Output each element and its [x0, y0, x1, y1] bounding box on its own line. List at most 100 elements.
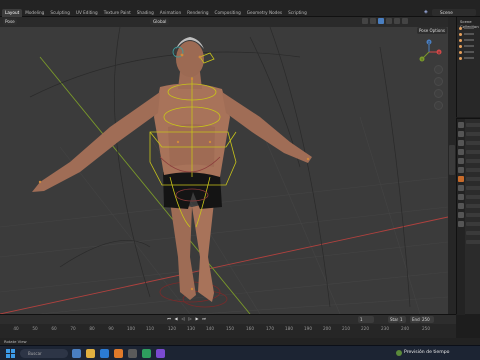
tab-shading[interactable]: Shading	[134, 9, 157, 17]
tab-uv-editing[interactable]: UV Editing	[73, 9, 101, 17]
sidebar-tab[interactable]	[449, 145, 455, 175]
taskbar-apps	[72, 349, 165, 358]
tab-geometry-nodes[interactable]: Geometry Nodes	[244, 9, 285, 17]
object-icon	[459, 50, 462, 54]
end-frame-field[interactable]: 250	[420, 316, 434, 323]
current-frame-field[interactable]: 1	[358, 316, 374, 323]
scene-icon: ◈	[424, 9, 428, 15]
output-tab-icon[interactable]	[458, 140, 464, 146]
pan-hand-icon[interactable]	[434, 77, 443, 86]
frame-tick: 190	[304, 326, 312, 331]
viewport-scene	[0, 26, 448, 314]
outliner-row[interactable]	[457, 55, 480, 61]
object-icon	[459, 38, 462, 42]
scene-tab-icon[interactable]	[458, 158, 464, 164]
render-tab-icon[interactable]	[458, 131, 464, 137]
modifier-tab-icon[interactable]	[458, 185, 464, 191]
tab-sculpting[interactable]: Sculpting	[47, 9, 73, 17]
physics-tab-icon[interactable]	[458, 194, 464, 200]
outliner-panel: Scene Collection	[456, 17, 480, 117]
navigation-gizmo[interactable]: X Z Y	[416, 39, 442, 65]
properties-content	[466, 123, 480, 249]
workspace-tabs: Layout Modeling Sculpting UV Editing Tex…	[2, 9, 310, 17]
constraint-tab-icon[interactable]	[458, 203, 464, 209]
frame-tick: 40	[13, 326, 19, 331]
frame-tick: 50	[32, 326, 38, 331]
frame-tick: 160	[246, 326, 254, 331]
world-tab-icon[interactable]	[458, 167, 464, 173]
next-key-icon[interactable]: ▶	[194, 316, 200, 322]
viewport-shading-icons	[362, 18, 408, 24]
solid-shading-icon[interactable]	[378, 18, 384, 24]
x-axis-label: X	[438, 50, 440, 54]
frame-tick: 120	[168, 326, 176, 331]
tab-rendering[interactable]: Rendering	[184, 9, 211, 17]
edge-icon[interactable]	[100, 349, 109, 358]
frame-ruler[interactable]: 40 50 60 70 80 90 100 110 120 130 140 15…	[0, 325, 456, 335]
z-axis-label: Z	[428, 40, 430, 44]
tool-tab-icon[interactable]	[458, 122, 464, 128]
scene-selector[interactable]: Scene	[432, 9, 476, 16]
overlay-icon[interactable]	[362, 18, 368, 24]
view-layer-tab-icon[interactable]	[458, 149, 464, 155]
frame-tick: 180	[285, 326, 293, 331]
frame-tick: 250	[422, 326, 430, 331]
blender-icon[interactable]	[114, 349, 123, 358]
status-bar: Rotate View	[0, 338, 480, 345]
zoom-icon[interactable]	[434, 65, 443, 74]
frame-tick: 60	[51, 326, 57, 331]
app-icon[interactable]	[128, 349, 137, 358]
frame-tick: 70	[70, 326, 76, 331]
properties-panel	[456, 118, 480, 315]
object-icon	[459, 44, 462, 48]
object-icon	[459, 56, 462, 60]
frame-tick: 80	[89, 326, 95, 331]
outliner-header: Scene Collection	[457, 17, 480, 29]
transform-orientation-select[interactable]: Global	[150, 18, 170, 25]
character-model[interactable]	[32, 37, 312, 302]
tab-compositing[interactable]: Compositing	[212, 9, 244, 17]
rendered-shading-icon[interactable]	[394, 18, 400, 24]
app-icon[interactable]	[142, 349, 151, 358]
timeline-editor: ⏮ ◀ ◁ ▷ ▶ ⏭ 1 Start 1 End 250 40 50 60 7…	[0, 314, 456, 338]
object-icon	[459, 26, 462, 30]
object-tab-icon[interactable]	[458, 176, 464, 182]
jump-start-icon[interactable]: ⏮	[166, 316, 172, 322]
wireframe-shading-icon[interactable]	[402, 18, 408, 24]
start-button[interactable]	[6, 349, 15, 358]
weather-icon[interactable]	[396, 350, 402, 356]
prev-key-icon[interactable]: ◀	[173, 316, 179, 322]
tab-texture-paint[interactable]: Texture Paint	[101, 9, 134, 17]
material-shading-icon[interactable]	[386, 18, 392, 24]
file-explorer-icon[interactable]	[86, 349, 95, 358]
tab-layout[interactable]: Layout	[2, 9, 23, 17]
play-reverse-icon[interactable]: ◁	[180, 316, 186, 322]
app-icon[interactable]	[156, 349, 165, 358]
grid-icon[interactable]	[434, 101, 443, 110]
task-view-icon[interactable]	[72, 349, 81, 358]
jump-end-icon[interactable]: ⏭	[201, 316, 207, 322]
top-menu-bar: Layout Modeling Sculpting UV Editing Tex…	[0, 0, 480, 17]
frame-tick: 170	[266, 326, 274, 331]
start-frame-field[interactable]: 1	[398, 316, 406, 323]
tab-modeling[interactable]: Modeling	[22, 9, 47, 17]
interaction-mode-select[interactable]: Pose	[3, 18, 17, 25]
frame-tick: 100	[127, 326, 135, 331]
tab-scripting[interactable]: Scripting	[285, 9, 310, 17]
sidebar-toggle-strip	[448, 17, 456, 314]
frame-tick: 210	[342, 326, 350, 331]
pose-options-button[interactable]: Pose Options	[417, 27, 447, 34]
os-taskbar: Buscar Previsión de tiempo	[0, 345, 480, 360]
tab-animation[interactable]: Animation	[157, 9, 184, 17]
viewport-nav-buttons	[434, 65, 443, 110]
bone-tab-icon[interactable]	[458, 221, 464, 227]
xray-icon[interactable]	[370, 18, 376, 24]
data-tab-icon[interactable]	[458, 212, 464, 218]
play-icon[interactable]: ▷	[187, 316, 193, 322]
viewport-header: Pose Global	[0, 17, 448, 27]
camera-icon[interactable]	[434, 89, 443, 98]
3d-viewport[interactable]: Pose Global Pose Options X Z Y	[0, 17, 448, 314]
frame-tick: 110	[146, 326, 154, 331]
taskbar-search[interactable]: Buscar	[20, 349, 68, 358]
weather-widget[interactable]: Previsión de tiempo	[404, 350, 449, 355]
